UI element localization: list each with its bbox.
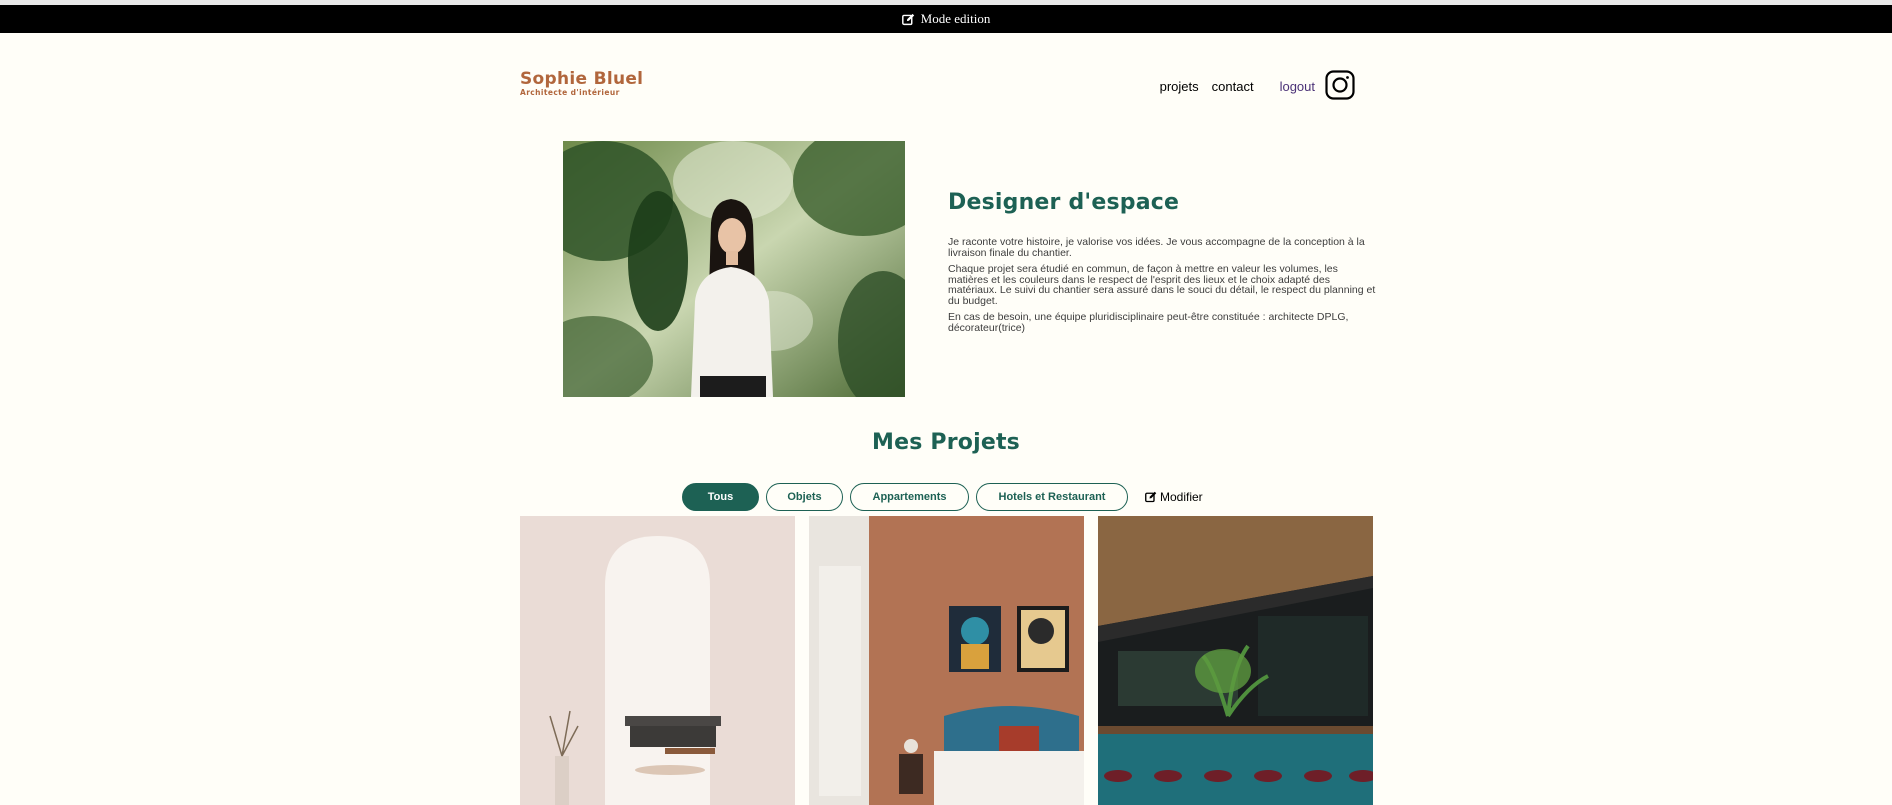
edit-mode-label: Mode edition bbox=[920, 11, 991, 26]
intro-paragraph-3: En cas de besoin, une équipe pluridiscip… bbox=[948, 311, 1349, 334]
nav-link-logout[interactable]: logout bbox=[1280, 79, 1315, 94]
project-gallery bbox=[520, 516, 1373, 805]
brand-subtitle: Architecte d'intérieur bbox=[520, 88, 620, 97]
main-nav: projets contact logout bbox=[1147, 79, 1315, 94]
modify-button[interactable]: Modifier bbox=[1145, 490, 1203, 504]
intro-paragraph-2: Chaque projet sera étudié en commun, de … bbox=[948, 263, 1376, 307]
project-image bbox=[809, 516, 1084, 805]
pen-to-square-icon bbox=[1145, 491, 1157, 503]
filter-hotels-restaurant[interactable]: Hotels et Restaurant bbox=[976, 483, 1128, 511]
brand-name: Sophie Bluel bbox=[520, 69, 644, 89]
portrait-photo bbox=[563, 141, 905, 397]
nav-link-contact[interactable]: contact bbox=[1212, 79, 1254, 94]
instagram-icon[interactable] bbox=[1325, 70, 1355, 100]
project-image bbox=[520, 516, 795, 805]
filter-appartements[interactable]: Appartements bbox=[850, 483, 969, 511]
project-card[interactable] bbox=[520, 516, 795, 805]
site-header: Sophie Bluel Architecte d'intérieur proj… bbox=[520, 65, 1375, 115]
filter-bar: Tous Objets Appartements Hotels et Resta… bbox=[682, 483, 1203, 511]
intro-title: Designer d'espace bbox=[948, 190, 1180, 215]
nav-link-projets[interactable]: projets bbox=[1160, 79, 1199, 94]
filter-objets[interactable]: Objets bbox=[766, 483, 843, 511]
intro-section: Designer d'espace Je raconte votre histo… bbox=[948, 190, 1378, 339]
filter-tous[interactable]: Tous bbox=[682, 483, 759, 511]
modify-label: Modifier bbox=[1160, 490, 1203, 504]
brand-logo[interactable]: Sophie Bluel Architecte d'intérieur bbox=[520, 70, 643, 97]
intro-paragraph-1: Je raconte votre histoire, je valorise v… bbox=[948, 236, 1365, 259]
project-image bbox=[1098, 516, 1373, 805]
project-card[interactable] bbox=[1098, 516, 1373, 805]
project-card[interactable] bbox=[809, 516, 1084, 805]
edit-mode-banner: Mode edition bbox=[0, 5, 1892, 33]
pen-to-square-icon bbox=[901, 13, 914, 25]
projects-title: Mes Projets bbox=[872, 430, 1020, 455]
